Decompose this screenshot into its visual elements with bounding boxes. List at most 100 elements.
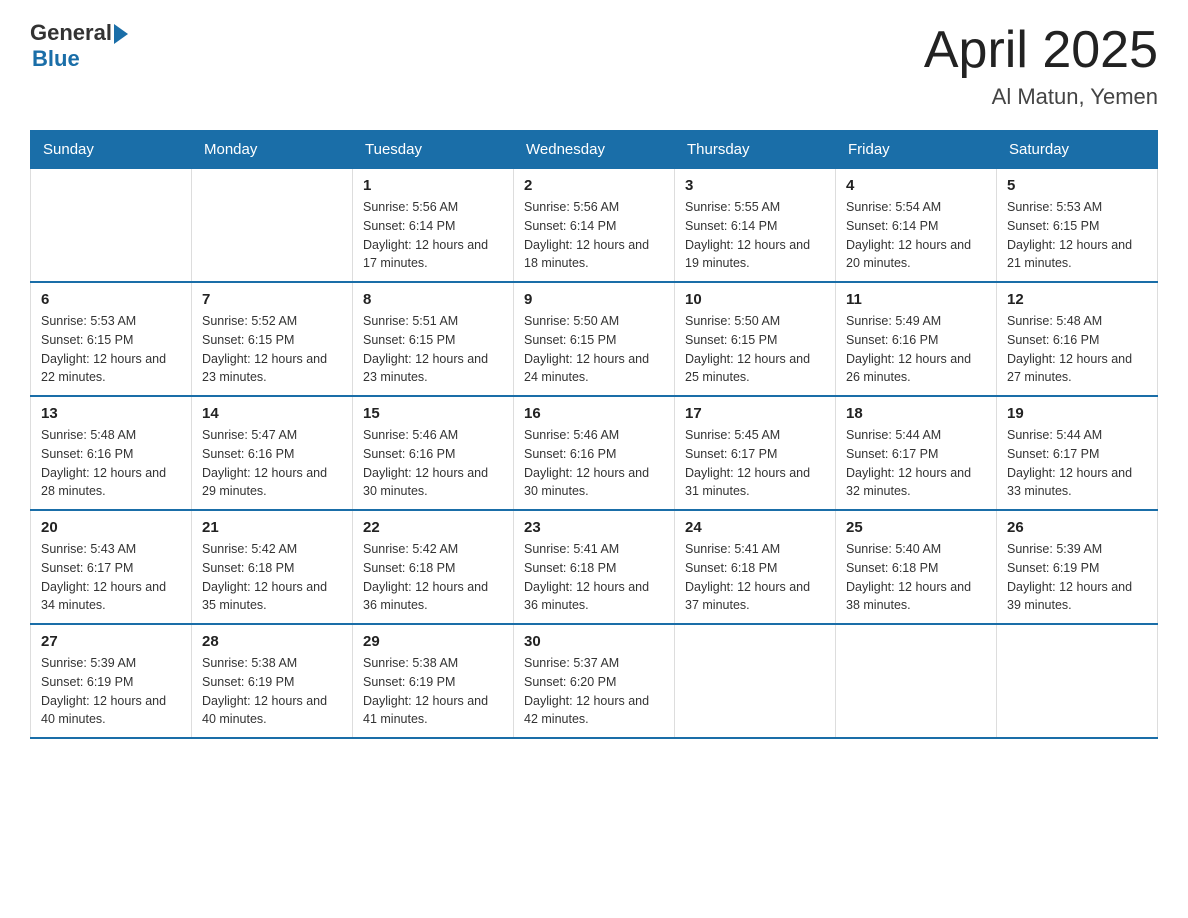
day-info: Sunrise: 5:41 AMSunset: 6:18 PMDaylight:… <box>524 540 664 615</box>
day-info: Sunrise: 5:51 AMSunset: 6:15 PMDaylight:… <box>363 312 503 387</box>
day-number: 22 <box>363 519 503 536</box>
calendar-cell: 16 Sunrise: 5:46 AMSunset: 6:16 PMDayligh… <box>514 396 675 510</box>
calendar-cell: 29 Sunrise: 5:38 AMSunset: 6:19 PMDayligh… <box>353 624 514 738</box>
calendar-cell: 27Sunrise: 5:39 AMSunset: 6:19 PMDayligh… <box>31 624 192 738</box>
calendar-header-saturday: Saturday <box>997 131 1158 169</box>
day-info: Sunrise: 5:53 AMSunset: 6:15 PMDaylight:… <box>1007 198 1147 273</box>
logo-blue-text: Blue <box>32 46 80 72</box>
logo: General Blue <box>30 20 128 72</box>
day-number: 21 <box>202 519 342 536</box>
logo-triangle-icon <box>114 24 128 44</box>
day-info: Sunrise: 5:48 AMSunset: 6:16 PMDaylight:… <box>41 426 181 501</box>
day-number: 8 <box>363 291 503 308</box>
day-info: Sunrise: 5:55 AMSunset: 6:14 PMDaylight:… <box>685 198 825 273</box>
calendar-cell: 17Sunrise: 5:45 AMSunset: 6:17 PMDayligh… <box>675 396 836 510</box>
day-number: 12 <box>1007 291 1147 308</box>
day-info: Sunrise: 5:54 AMSunset: 6:14 PMDaylight:… <box>846 198 986 273</box>
calendar-cell <box>836 624 997 738</box>
day-info: Sunrise: 5:44 AMSunset: 6:17 PMDaylight:… <box>846 426 986 501</box>
calendar-cell: 6 Sunrise: 5:53 AMSunset: 6:15 PMDaylight… <box>31 282 192 396</box>
day-number: 25 <box>846 519 986 536</box>
day-info: Sunrise: 5:43 AMSunset: 6:17 PMDaylight:… <box>41 540 181 615</box>
day-number: 19 <box>1007 405 1147 422</box>
calendar-cell: 9Sunrise: 5:50 AMSunset: 6:15 PMDaylight… <box>514 282 675 396</box>
calendar-cell: 28Sunrise: 5:38 AMSunset: 6:19 PMDayligh… <box>192 624 353 738</box>
calendar-cell: 20 Sunrise: 5:43 AMSunset: 6:17 PMDayligh… <box>31 510 192 624</box>
page-header: General Blue April 2025 Al Matun, Yemen <box>30 20 1158 110</box>
day-number: 30 <box>524 633 664 650</box>
page-title: April 2025 <box>924 20 1158 80</box>
day-info: Sunrise: 5:56 AMSunset: 6:14 PMDaylight:… <box>524 198 664 273</box>
day-info: Sunrise: 5:42 AMSunset: 6:18 PMDaylight:… <box>202 540 342 615</box>
day-info: Sunrise: 5:42 AMSunset: 6:18 PMDaylight:… <box>363 540 503 615</box>
logo-general-text: General <box>30 20 112 46</box>
day-number: 10 <box>685 291 825 308</box>
day-number: 17 <box>685 405 825 422</box>
day-number: 7 <box>202 291 342 308</box>
day-info: Sunrise: 5:41 AMSunset: 6:18 PMDaylight:… <box>685 540 825 615</box>
calendar-header-sunday: Sunday <box>31 131 192 169</box>
calendar-cell <box>675 624 836 738</box>
calendar-header-wednesday: Wednesday <box>514 131 675 169</box>
calendar-cell <box>192 169 353 283</box>
calendar-cell: 24 Sunrise: 5:41 AMSunset: 6:18 PMDayligh… <box>675 510 836 624</box>
day-info: Sunrise: 5:48 AMSunset: 6:16 PMDaylight:… <box>1007 312 1147 387</box>
calendar-header-row: SundayMondayTuesdayWednesdayThursdayFrid… <box>31 131 1158 169</box>
day-number: 5 <box>1007 177 1147 194</box>
day-number: 16 <box>524 405 664 422</box>
calendar-cell: 3 Sunrise: 5:55 AMSunset: 6:14 PMDaylight… <box>675 169 836 283</box>
calendar-week-row: 13 Sunrise: 5:48 AMSunset: 6:16 PMDayligh… <box>31 396 1158 510</box>
calendar-cell: 13 Sunrise: 5:48 AMSunset: 6:16 PMDayligh… <box>31 396 192 510</box>
calendar-table: SundayMondayTuesdayWednesdayThursdayFrid… <box>30 130 1158 739</box>
calendar-cell: 30Sunrise: 5:37 AMSunset: 6:20 PMDayligh… <box>514 624 675 738</box>
calendar-cell: 25 Sunrise: 5:40 AMSunset: 6:18 PMDayligh… <box>836 510 997 624</box>
calendar-cell: 19 Sunrise: 5:44 AMSunset: 6:17 PMDayligh… <box>997 396 1158 510</box>
day-info: Sunrise: 5:49 AMSunset: 6:16 PMDaylight:… <box>846 312 986 387</box>
calendar-cell: 18 Sunrise: 5:44 AMSunset: 6:17 PMDayligh… <box>836 396 997 510</box>
calendar-header-friday: Friday <box>836 131 997 169</box>
day-info: Sunrise: 5:46 AMSunset: 6:16 PMDaylight:… <box>524 426 664 501</box>
calendar-cell: 21 Sunrise: 5:42 AMSunset: 6:18 PMDayligh… <box>192 510 353 624</box>
day-info: Sunrise: 5:53 AMSunset: 6:15 PMDaylight:… <box>41 312 181 387</box>
calendar-cell: 12 Sunrise: 5:48 AMSunset: 6:16 PMDayligh… <box>997 282 1158 396</box>
day-number: 2 <box>524 177 664 194</box>
calendar-cell: 11Sunrise: 5:49 AMSunset: 6:16 PMDayligh… <box>836 282 997 396</box>
day-number: 20 <box>41 519 181 536</box>
day-number: 13 <box>41 405 181 422</box>
calendar-header-tuesday: Tuesday <box>353 131 514 169</box>
day-info: Sunrise: 5:40 AMSunset: 6:18 PMDaylight:… <box>846 540 986 615</box>
calendar-cell: 14 Sunrise: 5:47 AMSunset: 6:16 PMDayligh… <box>192 396 353 510</box>
page-subtitle: Al Matun, Yemen <box>924 84 1158 110</box>
calendar-week-row: 1 Sunrise: 5:56 AMSunset: 6:14 PMDaylight… <box>31 169 1158 283</box>
day-number: 4 <box>846 177 986 194</box>
day-number: 18 <box>846 405 986 422</box>
calendar-cell: 1 Sunrise: 5:56 AMSunset: 6:14 PMDaylight… <box>353 169 514 283</box>
calendar-cell <box>31 169 192 283</box>
day-number: 3 <box>685 177 825 194</box>
calendar-week-row: 27Sunrise: 5:39 AMSunset: 6:19 PMDayligh… <box>31 624 1158 738</box>
day-info: Sunrise: 5:44 AMSunset: 6:17 PMDaylight:… <box>1007 426 1147 501</box>
day-info: Sunrise: 5:46 AMSunset: 6:16 PMDaylight:… <box>363 426 503 501</box>
day-info: Sunrise: 5:47 AMSunset: 6:16 PMDaylight:… <box>202 426 342 501</box>
day-info: Sunrise: 5:52 AMSunset: 6:15 PMDaylight:… <box>202 312 342 387</box>
day-info: Sunrise: 5:38 AMSunset: 6:19 PMDaylight:… <box>363 654 503 729</box>
day-info: Sunrise: 5:50 AMSunset: 6:15 PMDaylight:… <box>685 312 825 387</box>
calendar-header-thursday: Thursday <box>675 131 836 169</box>
calendar-week-row: 6 Sunrise: 5:53 AMSunset: 6:15 PMDaylight… <box>31 282 1158 396</box>
calendar-cell: 26Sunrise: 5:39 AMSunset: 6:19 PMDayligh… <box>997 510 1158 624</box>
day-info: Sunrise: 5:38 AMSunset: 6:19 PMDaylight:… <box>202 654 342 729</box>
day-number: 6 <box>41 291 181 308</box>
calendar-cell <box>997 624 1158 738</box>
calendar-cell: 5 Sunrise: 5:53 AMSunset: 6:15 PMDaylight… <box>997 169 1158 283</box>
calendar-cell: 22 Sunrise: 5:42 AMSunset: 6:18 PMDayligh… <box>353 510 514 624</box>
calendar-week-row: 20 Sunrise: 5:43 AMSunset: 6:17 PMDayligh… <box>31 510 1158 624</box>
day-number: 1 <box>363 177 503 194</box>
day-info: Sunrise: 5:56 AMSunset: 6:14 PMDaylight:… <box>363 198 503 273</box>
day-number: 29 <box>363 633 503 650</box>
calendar-cell: 2 Sunrise: 5:56 AMSunset: 6:14 PMDaylight… <box>514 169 675 283</box>
calendar-cell: 4 Sunrise: 5:54 AMSunset: 6:14 PMDaylight… <box>836 169 997 283</box>
day-info: Sunrise: 5:39 AMSunset: 6:19 PMDaylight:… <box>1007 540 1147 615</box>
day-number: 24 <box>685 519 825 536</box>
calendar-cell: 7 Sunrise: 5:52 AMSunset: 6:15 PMDaylight… <box>192 282 353 396</box>
day-number: 14 <box>202 405 342 422</box>
